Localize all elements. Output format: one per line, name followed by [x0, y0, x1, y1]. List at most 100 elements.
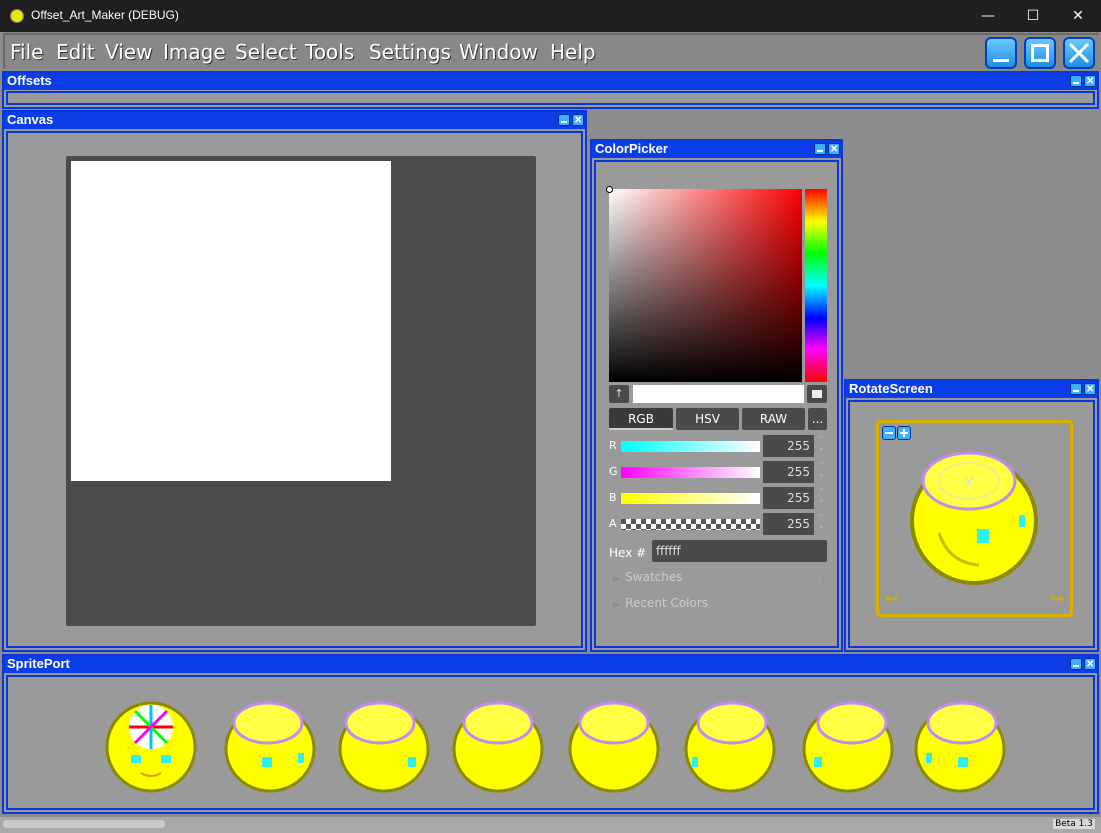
- canvas-panel-body: [6, 131, 583, 648]
- tab-raw[interactable]: RAW: [742, 408, 805, 430]
- drawing-canvas[interactable]: [71, 161, 391, 481]
- channel-g-slider[interactable]: [621, 467, 760, 478]
- tab-rgb[interactable]: RGB: [609, 408, 673, 430]
- channel-b-spinner[interactable]: ⌃ ⌄: [818, 488, 827, 504]
- hex-label: Hex #: [609, 546, 647, 560]
- swatches-menu-icon[interactable]: ⋮: [817, 570, 829, 584]
- channel-r-value[interactable]: 255: [763, 435, 814, 457]
- spriteport-panel-header: SpritePort: [4, 656, 1097, 673]
- app-icon: [10, 9, 24, 23]
- canvas-close-button[interactable]: [572, 113, 584, 129]
- channel-g-spinner[interactable]: ⌃ ⌄: [818, 462, 827, 478]
- rotate-right-icon[interactable]: ↪: [1051, 589, 1064, 608]
- sprite-head-3[interactable]: [448, 697, 548, 797]
- close-icon: [1068, 42, 1090, 64]
- spriteport-minimize-button[interactable]: [1070, 658, 1082, 670]
- menu-tools[interactable]: Tools: [305, 40, 354, 64]
- minimize-button[interactable]: —: [965, 0, 1011, 32]
- app-close-button[interactable]: [1063, 37, 1095, 69]
- swatches-label: Swatches: [625, 570, 683, 584]
- app-minimize-button[interactable]: [985, 37, 1017, 69]
- menu-view[interactable]: View: [105, 40, 152, 64]
- maximize-button[interactable]: ☐: [1010, 0, 1056, 32]
- spriteport-panel-body: [6, 675, 1095, 810]
- spriteport-panel-title: SpritePort: [7, 656, 70, 671]
- menu-settings[interactable]: Settings: [369, 40, 451, 64]
- canvas-area[interactable]: [66, 156, 536, 626]
- canvas-panel-title: Canvas: [7, 112, 54, 127]
- channel-a-value[interactable]: 255: [763, 513, 814, 535]
- channel-a-slider[interactable]: [621, 519, 760, 530]
- offsets-close-button[interactable]: [1084, 74, 1096, 90]
- maximize-icon: [1031, 44, 1049, 62]
- sprite-head-7[interactable]: [910, 697, 1010, 797]
- sprite-head-2[interactable]: [336, 697, 436, 797]
- channel-r-spinner[interactable]: ⌃ ⌄: [818, 436, 827, 452]
- hue-slider[interactable]: [805, 189, 827, 382]
- rotatescreen-minimize-button[interactable]: [1070, 383, 1082, 395]
- colorpicker-close-button[interactable]: [828, 142, 840, 158]
- color-preview: [633, 385, 804, 403]
- version-badge: Beta 1.3: [1053, 819, 1095, 829]
- horizontal-scrollbar[interactable]: [3, 820, 165, 828]
- minimize-icon: [993, 59, 1009, 62]
- sprite-head-1[interactable]: [220, 697, 320, 797]
- offsets-panel-title: Offsets: [7, 73, 52, 88]
- sprite-head-6[interactable]: [796, 697, 896, 797]
- offsets-panel: Offsets: [2, 71, 1099, 109]
- hex-input[interactable]: ffffff: [652, 540, 827, 562]
- status-bar: Beta 1.3: [0, 817, 1101, 833]
- sprite-head-5[interactable]: [680, 697, 780, 797]
- menu-file[interactable]: File: [10, 40, 43, 64]
- colorpicker-panel-body: ↑ RGB HSV RAW ... R 255 ⌃ ⌄ G 255 ⌃ ⌄ B 25…: [594, 160, 839, 648]
- spin-down-icon: ⌄: [818, 495, 825, 504]
- offsets-panel-header: Offsets: [4, 73, 1097, 90]
- menu-help[interactable]: Help: [550, 40, 596, 64]
- tab-more[interactable]: ...: [808, 408, 827, 430]
- spin-down-icon: ⌄: [818, 521, 825, 530]
- channel-r-slider[interactable]: [621, 441, 760, 452]
- swatches-toggle[interactable]: ▶ Swatches: [613, 570, 682, 584]
- tab-hsv[interactable]: HSV: [676, 408, 739, 430]
- rotatescreen-close-button[interactable]: [1084, 382, 1096, 398]
- menu-window[interactable]: Window: [459, 40, 538, 64]
- close-window-button[interactable]: ✕: [1055, 0, 1101, 32]
- channel-a-label: A: [609, 517, 617, 530]
- menu-edit[interactable]: Edit: [56, 40, 95, 64]
- svg-text:✕: ✕: [963, 475, 975, 491]
- menu-bar: File Edit View Image Select Tools Settin…: [3, 33, 1099, 69]
- recent-colors-label: Recent Colors: [625, 596, 709, 610]
- window-titlebar: Offset_Art_Maker (DEBUG) — ☐ ✕: [0, 0, 1101, 32]
- colorpicker-panel: ColorPicker ↑ RGB HSV RAW ... R 255 ⌃⌄ G…: [590, 139, 843, 652]
- channel-r-label: R: [609, 439, 617, 452]
- offsets-panel-body: [6, 91, 1095, 105]
- rotate-left-icon[interactable]: ↩: [885, 589, 898, 608]
- saturation-value-picker[interactable]: [606, 186, 802, 382]
- rotatescreen-panel: RotateScreen ✕ ↩ ↪: [844, 379, 1099, 652]
- sv-cursor-handle[interactable]: [606, 186, 613, 193]
- menu-image[interactable]: Image: [163, 40, 226, 64]
- spin-down-icon: ⌄: [818, 443, 825, 452]
- rotatescreen-panel-body: ✕ ↩ ↪: [848, 400, 1095, 648]
- sprite-head-4[interactable]: [564, 697, 664, 797]
- channel-b-slider[interactable]: [621, 493, 760, 504]
- channel-a-spinner[interactable]: ⌃ ⌄: [818, 514, 827, 530]
- rotate-preview-frame[interactable]: ✕ ↩ ↪: [876, 420, 1073, 617]
- offsets-minimize-button[interactable]: [1070, 75, 1082, 87]
- sprite-head-front[interactable]: [103, 697, 203, 797]
- spriteport-close-button[interactable]: [1084, 657, 1096, 673]
- rotatescreen-panel-title: RotateScreen: [849, 381, 933, 396]
- menu-select[interactable]: Select: [235, 40, 297, 64]
- rotatescreen-panel-header: RotateScreen: [846, 381, 1097, 398]
- channel-g-value[interactable]: 255: [763, 461, 814, 483]
- recent-colors-toggle[interactable]: ▶ Recent Colors: [613, 596, 708, 610]
- canvas-minimize-button[interactable]: [558, 114, 570, 126]
- channel-b-value[interactable]: 255: [763, 487, 814, 509]
- color-mode-button[interactable]: [807, 385, 827, 403]
- app-maximize-button[interactable]: [1024, 37, 1056, 69]
- colorpicker-minimize-button[interactable]: [814, 143, 826, 155]
- spriteport-panel: SpritePort: [2, 654, 1099, 814]
- eyedropper-button[interactable]: ↑: [609, 385, 629, 403]
- colorpicker-panel-header: ColorPicker: [592, 141, 841, 158]
- window-title: Offset_Art_Maker (DEBUG): [31, 8, 179, 22]
